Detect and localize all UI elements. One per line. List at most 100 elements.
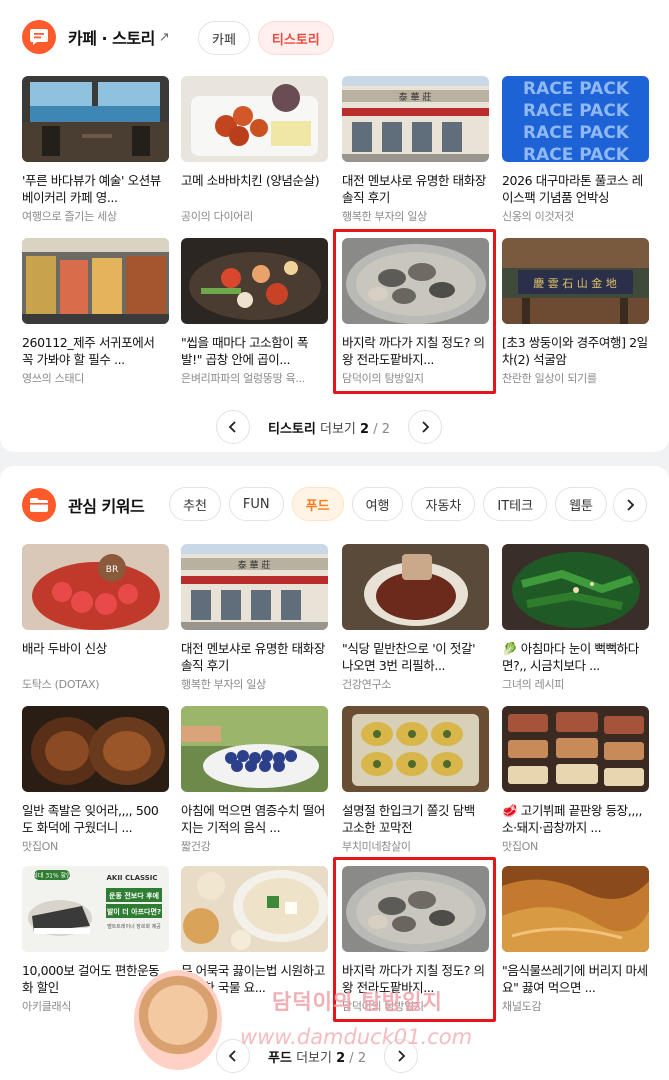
item-title: "씹을 때마다 고소함이 폭발!" 곱창 안에 곱이...	[181, 335, 309, 367]
story-item-8[interactable]: 慶 雲 石 山 金 地 [초3 쌍둥이와 경주여행] 2일차(2) 석굴암 찬란…	[502, 238, 649, 386]
ad-line2: 발이 더 아프다면?	[107, 907, 161, 916]
chip-tistory[interactable]: 티스토리	[257, 21, 334, 55]
race-pack-text: RACE PACK	[523, 123, 630, 143]
chip-food[interactable]: 푸드	[291, 487, 344, 521]
chip-cafe[interactable]: 카페	[198, 21, 250, 55]
thumbnail-image	[22, 76, 169, 162]
story-pager: 티스토리 더보기 2 / 2	[216, 410, 443, 444]
chip-fun[interactable]: FUN	[228, 487, 284, 521]
story-item-7[interactable]: 바지락 까다가 지칠 정도? 의왕 전라도팥바지... 담덕이의 탐방일지	[342, 238, 489, 386]
chip-car[interactable]: 자동차	[411, 487, 476, 521]
item-source: 은벼리파파의 얼렁뚱땅 육...	[181, 372, 306, 385]
item-source: 짧건강	[181, 840, 211, 853]
chevron-right-icon	[627, 499, 635, 511]
item-source: 영쓰의 스태디	[22, 372, 85, 385]
item-source: 행복한 부자의 일상	[342, 210, 427, 223]
pager-text[interactable]: 티스토리 더보기 2 / 2	[268, 418, 390, 437]
chip-travel[interactable]: 여행	[351, 487, 404, 521]
story-item-6[interactable]: "씹을 때마다 고소함이 폭발!" 곱창 안에 곱이... 은벼리파파의 얼렁뚱…	[181, 238, 328, 386]
item-source: 신옹의 이것저것	[502, 210, 574, 223]
thumbnail-image	[342, 706, 489, 792]
item-source: 건강연구소	[342, 678, 392, 691]
svg-text:BR: BR	[106, 565, 118, 575]
pager-sep: /	[349, 1050, 354, 1066]
pager-total: 2	[357, 1050, 367, 1066]
item-title: [초3 쌍둥이와 경주여행] 2일차(2) 석굴암	[502, 335, 648, 367]
item-source: 여행으로 즐기는 세상	[22, 210, 117, 223]
chevron-right-icon	[398, 1050, 406, 1062]
sign-text: 泰 華 莊	[399, 91, 432, 103]
story-item-5[interactable]: 260112_제주 서귀포에서 꼭 가봐야 할 필수 ... 영쓰의 스태디	[22, 238, 169, 386]
story-item-2[interactable]: 고메 소바바치킨 (양념순살) 공이의 다이어리	[181, 76, 328, 224]
item-title: 🥬 아침마다 눈이 뻑뻑하다면?,, 시금치보다 ...	[502, 641, 639, 673]
pager-page: 2	[336, 1050, 346, 1066]
thumbnail-image	[181, 866, 328, 952]
story-section: 카페 · 스토리 ↗ 카페 티스토리 '푸른 바다뷰가 예술' 오션뷰 베이커리…	[0, 0, 669, 452]
thumbnail-image	[181, 76, 328, 162]
item-title: 일반 족발은 잊어라,,,, 500도 화덕에 구웠더니 ...	[22, 803, 159, 835]
temple-sign-text: 慶 雲 石 山 金 地	[533, 276, 616, 290]
item-source: 맛집ON	[502, 840, 538, 853]
item-title: 배라 두바이 신상	[22, 641, 107, 656]
item-source: 담덕이의 탐방일지	[342, 372, 424, 385]
item-title: "식당 밑반찬으로 '이 젓갈' 나오면 3번 리필하...	[342, 641, 476, 673]
item-title: "음식물쓰레기에 버리지 마세요" 끓여 먹으면 ...	[502, 963, 648, 995]
race-pack-text: RACE PACK	[523, 101, 630, 121]
story-item-3[interactable]: 泰 華 莊 대전 멘보샤로 유명한 태화장 솔직 후기 행복한 부자의 일상	[342, 76, 489, 224]
thumbnail-image	[181, 706, 328, 792]
ad-line1: 운동 전보다 후에	[109, 891, 159, 900]
pager-text[interactable]: 푸드 더보기 2 / 2	[268, 1047, 366, 1066]
item-source: 부치미네참살이	[342, 840, 411, 853]
thumbnail-image	[22, 238, 169, 324]
keyword-item-12[interactable]: "음식물쓰레기에 버리지 마세요" 끓여 먹으면 ... 채널도감	[502, 866, 649, 1014]
keyword-item-8[interactable]: 🥩 고기뷔페 끝판왕 등장,,,, 소·돼지·곱창까지 ... 맛집ON	[502, 706, 649, 854]
thumbnail-image	[181, 238, 328, 324]
thumbnail-image: 慶 雲 石 山 金 地	[502, 238, 649, 324]
item-title: 대전 멘보샤로 유명한 태화장 솔직 후기	[181, 641, 325, 673]
pager-more: 더보기	[319, 421, 356, 437]
race-pack-text: RACE PACK	[523, 145, 630, 162]
keyword-item-5[interactable]: 일반 족발은 잊어라,,,, 500도 화덕에 구웠더니 ... 맛집ON	[22, 706, 169, 854]
story-item-4[interactable]: RACE PACK RACE PACK RACE PACK RACE PACK 202…	[502, 76, 649, 224]
item-title: 설명절 한입크기 쫄깃 담백 고소한 꼬막전	[342, 803, 475, 835]
story-chips: 카페 티스토리	[198, 21, 334, 55]
watermark-url: www.damduck01.com	[240, 1025, 473, 1049]
chip-recommend[interactable]: 추천	[169, 487, 221, 521]
keywords-header: 관심 키워드	[22, 488, 145, 522]
thumbnail-image: RACE PACK RACE PACK RACE PACK RACE PACK	[502, 76, 649, 162]
prev-page-button[interactable]	[216, 410, 250, 444]
keyword-item-4[interactable]: 🥬 아침마다 눈이 뻑뻑하다면?,, 시금치보다 ... 그녀의 레시피	[502, 544, 649, 692]
keyword-item-7[interactable]: 설명절 한입크기 쫄깃 담백 고소한 꼬막전 부치미네참살이	[342, 706, 489, 854]
item-title: 대전 멘보샤로 유명한 태화장 솔직 후기	[342, 173, 486, 205]
item-title: 2026 대구마라톤 풀코스 레이스팩 기념품 언박싱	[502, 173, 643, 205]
thumbnail-image	[502, 866, 649, 952]
pager-total: 2	[381, 421, 391, 437]
story-title[interactable]: 카페 · 스토리	[68, 25, 155, 49]
next-page-button[interactable]	[408, 410, 443, 444]
external-link-icon[interactable]: ↗	[159, 30, 170, 45]
item-source: 공이의 다이어리	[181, 210, 253, 223]
ad-brand: AKII CLASSIC	[106, 874, 157, 882]
item-title: 🥩 고기뷔페 끝판왕 등장,,,, 소·돼지·곱창까지 ...	[502, 803, 643, 835]
ad-line3: 벨트트레이너 장르화 제공	[107, 923, 161, 930]
chip-webtoon[interactable]: 웹툰	[555, 487, 607, 521]
chip-it-tech[interactable]: IT테크	[483, 487, 548, 521]
keyword-item-1[interactable]: BR 배라 두바이 신상 도탁스 (DOTAX)	[22, 544, 169, 692]
item-source: 그녀의 레시피	[502, 678, 565, 691]
item-source: 찬란한 일상이 되기를	[502, 372, 597, 385]
story-item-1[interactable]: '푸른 바다뷰가 예술' 오션뷰 베이커리 카페 영... 여행으로 즐기는 세…	[22, 76, 169, 224]
race-pack-text: RACE PACK	[523, 79, 630, 99]
chat-bubble-icon	[22, 20, 56, 54]
keyword-item-6[interactable]: 아침에 먹으면 염증수치 떨어지는 기적의 음식 ... 짧건강	[181, 706, 328, 854]
item-source: 채널도감	[502, 1000, 542, 1013]
pager-label: 티스토리	[268, 421, 316, 437]
keyword-chips: 추천 FUN 푸드 여행 자동차 IT테크 웹툰	[169, 487, 607, 521]
keyword-item-3[interactable]: "식당 밑반찬으로 '이 젓갈' 나오면 3번 리필하... 건강연구소	[342, 544, 489, 692]
chips-next-button[interactable]	[613, 488, 647, 522]
item-title: 260112_제주 서귀포에서 꼭 가봐야 할 필수 ...	[22, 335, 155, 367]
pager-label: 푸드	[268, 1050, 292, 1066]
chevron-left-icon	[228, 1050, 236, 1062]
keyword-item-2[interactable]: 泰 華 莊 대전 멘보샤로 유명한 태화장 솔직 후기 행복한 부자의 일상	[181, 544, 328, 692]
keywords-title: 관심 키워드	[68, 497, 145, 516]
thumbnail-image	[342, 866, 489, 952]
